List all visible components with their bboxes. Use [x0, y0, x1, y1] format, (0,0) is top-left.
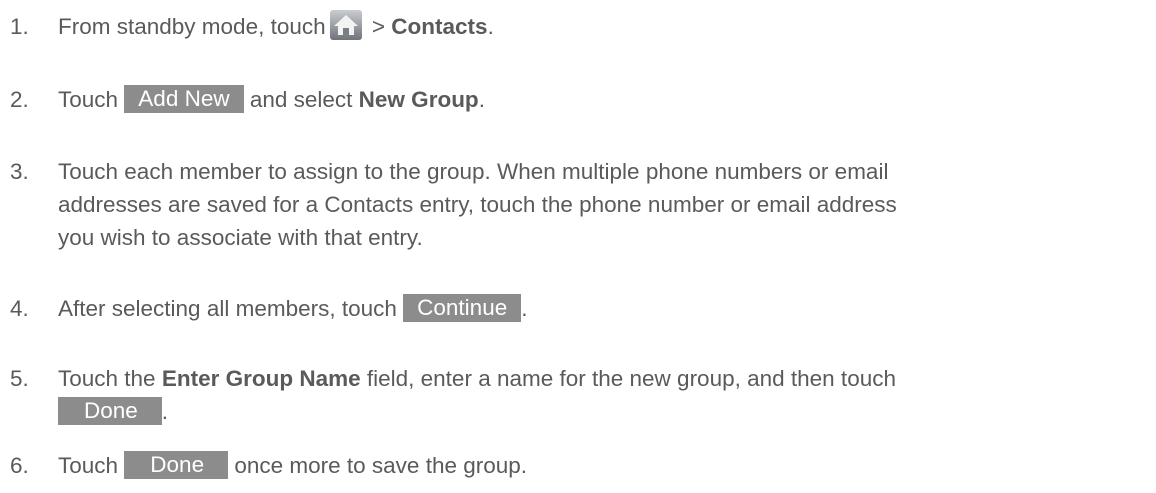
step-1: 1. From standby mode, touch > Contacts. — [10, 10, 1150, 43]
bold-term: Contacts — [391, 14, 488, 39]
step-text: Touch each member to assign to the group… — [58, 159, 889, 184]
step-number: 5. — [10, 366, 29, 391]
punctuation: . — [478, 87, 485, 112]
step-text-line: addresses are saved for a Contacts entry… — [58, 192, 897, 217]
step-number: 2. — [10, 87, 29, 112]
add-new-button[interactable]: Add New — [124, 85, 244, 113]
step-number: 4. — [10, 296, 29, 321]
step-5: 5. Touch the Enter Group Name field, ente… — [10, 362, 1150, 428]
bold-term: Enter Group Name — [161, 366, 361, 391]
step-text: Touch — [58, 453, 125, 478]
step-text: Touch — [58, 87, 125, 112]
step-text: field, enter a name for the new group, a… — [360, 366, 896, 391]
step-number: 1. — [10, 14, 29, 39]
step-text: once more to save the group. — [228, 453, 528, 478]
punctuation: . — [521, 296, 528, 321]
step-text: and select — [243, 87, 359, 112]
punctuation: . — [161, 399, 169, 424]
step-text: After selecting all members, touch — [58, 296, 404, 321]
separator: > — [365, 14, 392, 39]
step-text: Touch the — [58, 366, 162, 391]
continue-button[interactable]: Continue — [403, 294, 522, 322]
punctuation: . — [487, 14, 494, 39]
step-4: 4. After selecting all members, touch Con… — [10, 292, 1150, 325]
step-6: 6. Touch Done once more to save the group… — [10, 449, 1150, 482]
home-icon — [329, 10, 362, 40]
step-3: 3. Touch each member to assign to the gro… — [10, 155, 1150, 254]
step-number: 3. — [10, 159, 29, 184]
done-button[interactable]: Done — [58, 397, 162, 425]
step-text: From standby mode, touch — [58, 14, 326, 39]
instruction-page: 1. From standby mode, touch > Contacts. 2… — [0, 0, 1156, 493]
bold-term: New Group — [358, 87, 479, 112]
step-text-line: you wish to associate with that entry. — [58, 225, 423, 250]
step-number: 6. — [10, 453, 29, 478]
done-button[interactable]: Done — [124, 451, 229, 479]
step-2: 2. Touch Add New and select New Group. — [10, 83, 1150, 116]
